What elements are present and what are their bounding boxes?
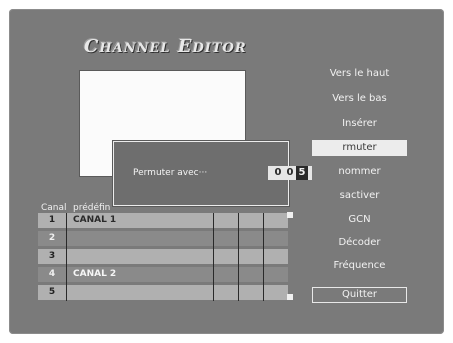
table-row[interactable]: 4 CANAL 2 xyxy=(38,267,288,282)
menu-item-deactivate[interactable]: sactiver xyxy=(312,188,407,204)
column-divider xyxy=(263,213,264,301)
menu-item-insert[interactable]: Insérer xyxy=(312,116,407,132)
table-row[interactable]: 5 xyxy=(38,285,288,300)
table-row[interactable]: 2 xyxy=(38,231,288,246)
channel-number: 2 xyxy=(48,233,56,243)
scroll-up-icon[interactable] xyxy=(287,212,293,218)
channel-number: 1 xyxy=(48,215,56,225)
channel-name: CANAL 2 xyxy=(73,269,117,279)
channel-number: 5 xyxy=(48,287,56,297)
digit: 0 xyxy=(274,167,282,178)
digit: 0 xyxy=(286,167,294,178)
digit-cursor: 5 xyxy=(296,166,308,180)
channel-number-input[interactable]: 0 0 5 xyxy=(268,166,312,180)
channel-number: 3 xyxy=(48,251,56,261)
menu-item-rename[interactable]: nommer xyxy=(312,164,407,180)
table-row[interactable]: 1 CANAL 1 xyxy=(38,213,288,228)
menu-item-gcn[interactable]: GCN xyxy=(312,212,407,228)
menu-item-move-up[interactable]: Vers le haut xyxy=(312,66,407,82)
menu-item-decode[interactable]: Décoder xyxy=(312,235,407,251)
column-divider xyxy=(66,213,67,301)
menu-item-move-down[interactable]: Vers le bas xyxy=(312,91,407,107)
swap-prompt: Permuter avec··· xyxy=(133,168,208,178)
quit-button[interactable]: Quitter xyxy=(312,287,407,303)
scroll-down-icon[interactable] xyxy=(287,294,293,300)
channel-list: 1 CANAL 1 2 3 4 CANAL 2 5 xyxy=(38,213,288,303)
channel-number: 4 xyxy=(48,269,56,279)
channel-name: CANAL 1 xyxy=(73,215,117,225)
column-divider xyxy=(213,213,214,301)
menu-item-swap[interactable]: rmuter xyxy=(312,140,407,156)
column-divider xyxy=(238,213,239,301)
tv-screen: Channel Editor Vers le haut Vers le bas … xyxy=(0,0,453,343)
menu-item-frequency[interactable]: Fréquence xyxy=(312,258,407,274)
page-title: Channel Editor xyxy=(84,36,247,57)
table-row[interactable]: 3 xyxy=(38,249,288,264)
